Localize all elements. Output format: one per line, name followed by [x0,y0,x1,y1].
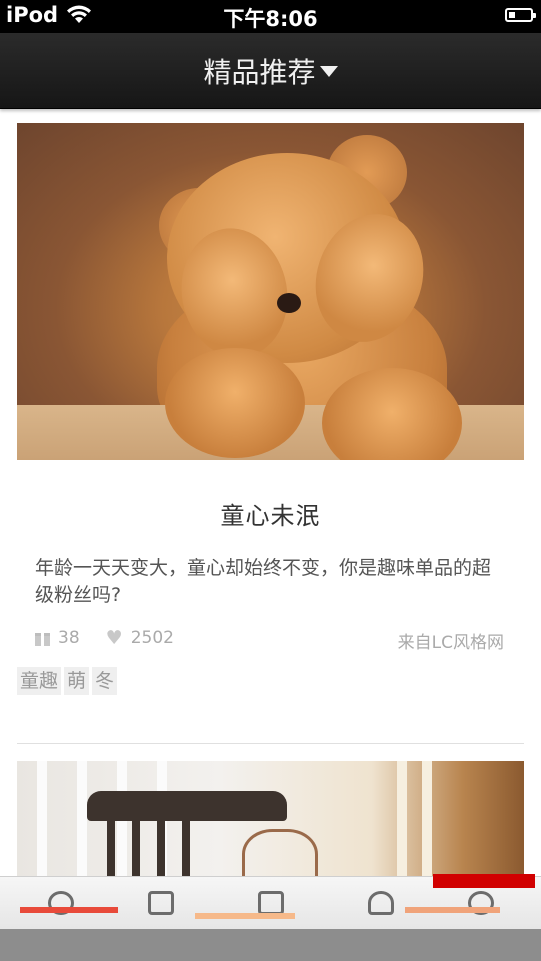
basket [242,829,318,876]
glitch-red-bar [433,874,535,888]
tag-list: 童趣 萌 冬 [17,667,524,695]
card-image-teddy-bear[interactable] [17,123,524,460]
bear-nose [277,293,301,313]
gift-stat[interactable]: 38 [35,628,80,648]
like-stat[interactable]: ♥ 2502 [106,628,174,648]
tab-message[interactable] [240,887,300,927]
tab-bar [0,876,541,961]
nav-title: 精品推荐 [203,56,316,89]
feed-card[interactable]: 童心未泯 年龄一天天变大，童心却始终不变，你是趣味单品的超级粉丝吗? 38 ♥ … [17,123,524,695]
battery-icon [505,8,536,22]
gift-count: 38 [58,628,80,648]
card-title: 童心未泯 [220,502,321,530]
card-stats: 38 ♥ 2502 [35,628,200,648]
tag-item[interactable]: 童趣 [17,667,62,695]
nav-bar: 精品推荐 [0,33,541,109]
card-description: 年龄一天天变大，童心却始终不变，你是趣味单品的超级粉丝吗? [35,557,492,606]
card-meta: 38 ♥ 2502 来自LC风格网 [17,628,524,653]
message-icon [258,891,284,915]
gift-icon [35,630,50,646]
tab-favorite[interactable] [350,887,410,927]
like-count: 2502 [130,628,174,648]
nav-title-dropdown[interactable]: 精品推荐 [0,51,541,91]
feed-card[interactable] [17,761,524,876]
heart-icon: ♥ [105,626,123,649]
grid-icon [148,891,174,915]
battery-fill [509,12,515,18]
tab-bar-bottom [0,929,541,961]
bear-foot [165,348,305,458]
card-divider [17,743,524,744]
status-time: 下午8:06 [223,7,318,31]
glitch-accent [405,907,500,913]
status-bar: iPod 下午8:06 [0,0,541,33]
glitch-accent [195,913,295,919]
tag-item[interactable]: 冬 [92,667,118,695]
tag-item[interactable]: 萌 [64,667,90,695]
heart-outline-icon [368,891,394,915]
tab-grid[interactable] [130,887,190,927]
card-image-chair[interactable] [17,761,524,876]
card-source[interactable]: 来自LC风格网 [398,628,504,653]
caret-down-icon [319,65,338,77]
glitch-accent [20,907,118,913]
